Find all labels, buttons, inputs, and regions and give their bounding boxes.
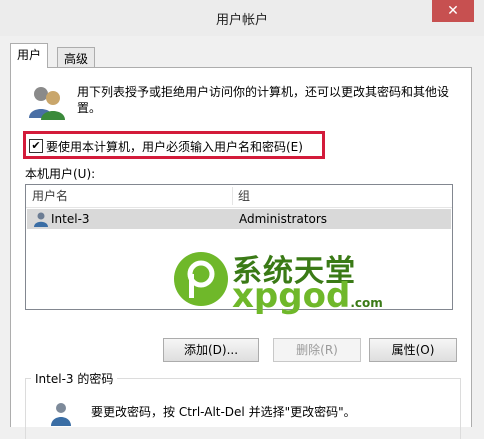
xpgod-logo-icon <box>174 252 228 306</box>
require-login-label[interactable]: 要使用本计算机，用户必须输入用户名和密码(E) <box>46 138 303 155</box>
window-title: 用户帐户 <box>215 13 268 28</box>
local-users-label: 本机用户(U): <box>25 167 96 181</box>
user-accounts-window: 用户帐户 ✕ 用户 高级 用下列表授予或拒绝用户访问你的计算机，还可以更改其密码… <box>0 0 484 439</box>
column-divider[interactable] <box>232 187 233 205</box>
password-instructions: 要更改密码，按 Ctrl-Alt-Del 并选择"更改密码"。 <box>91 405 356 419</box>
password-group-title: Intel-3 的密码 <box>31 370 118 387</box>
require-login-row: ✔ 要使用本计算机，用户必须输入用户名和密码(E) <box>23 131 325 159</box>
tab-users[interactable]: 用户 <box>10 43 49 68</box>
title-bar: 用户帐户 ✕ <box>0 0 484 36</box>
require-login-checkbox[interactable]: ✔ <box>29 139 43 153</box>
watermark-tld: .com <box>350 296 383 310</box>
close-button[interactable]: ✕ <box>432 0 474 22</box>
users-icon <box>29 87 65 120</box>
password-user-icon <box>51 403 71 426</box>
remove-user-button[interactable]: 删除(R) <box>273 338 361 362</box>
column-header-username[interactable]: 用户名 <box>32 185 68 207</box>
close-icon: ✕ <box>447 3 459 19</box>
user-icon <box>34 212 48 227</box>
row-group: Administrators <box>239 212 328 226</box>
watermark-en-text: xpgod <box>232 276 351 316</box>
add-user-button[interactable]: 添加(D)... <box>163 338 259 362</box>
list-header: 用户名 组 <box>26 185 452 208</box>
column-header-group[interactable]: 组 <box>238 185 250 207</box>
table-row[interactable]: Intel-3 Administrators <box>27 209 451 229</box>
users-description: 用下列表授予或拒绝用户访问你的计算机，还可以更改其密码和其他设置。 <box>77 85 450 115</box>
properties-button[interactable]: 属性(O) <box>369 338 457 362</box>
row-username: Intel-3 <box>51 212 90 226</box>
watermark-en: xpgod.com <box>232 276 383 316</box>
